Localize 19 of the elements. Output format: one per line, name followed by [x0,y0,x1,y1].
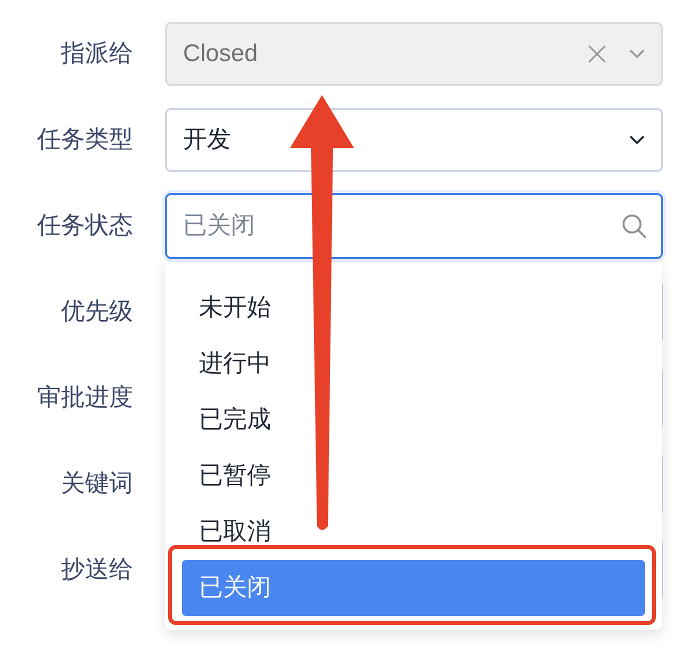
field-label: 抄送给 [60,555,133,585]
field-label: 任务类型 [36,125,133,155]
select-value: 开发 [183,125,232,155]
dropdown-option[interactable]: 已完成 [182,392,645,448]
dropdown-option[interactable]: 已取消 [182,504,645,560]
field-label: 优先级 [60,297,133,327]
search-icon[interactable] [621,213,647,239]
dropdown-option[interactable]: 已暂停 [182,448,645,504]
select-value: Closed [183,39,259,69]
search-field[interactable]: 已关闭 [165,193,663,259]
field-label: 指派给 [60,39,133,69]
dropdown-option[interactable]: 未开始 [182,280,645,336]
chevron-down-icon[interactable] [629,135,645,145]
select-field[interactable]: 开发 [165,108,663,172]
dropdown-option[interactable]: 已关闭 [182,560,645,616]
field-label: 任务状态 [36,211,133,241]
field-label: 关键词 [60,469,133,499]
dropdown-option[interactable]: 进行中 [182,336,645,392]
field-label: 审批进度 [36,383,133,413]
